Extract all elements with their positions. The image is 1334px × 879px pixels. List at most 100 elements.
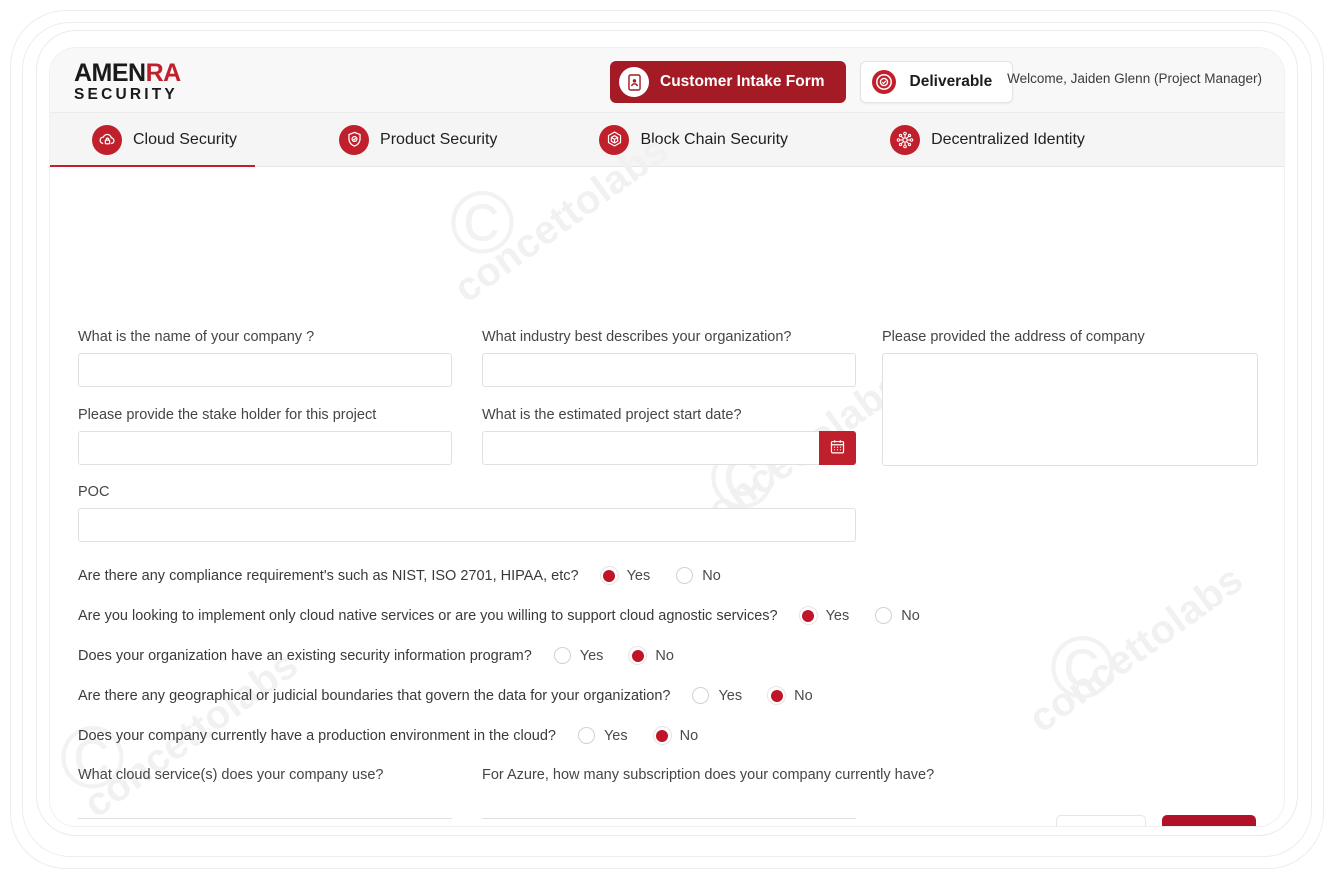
- watermark-symbol: ©: [450, 172, 515, 274]
- field-industry: What industry best describes your organi…: [482, 329, 856, 387]
- radio-option-no[interactable]: No: [654, 727, 699, 744]
- radio-no-label: No: [680, 728, 699, 744]
- field-company-address: Please provided the address of company: [882, 329, 1258, 471]
- radio-no-indicator: [654, 727, 671, 744]
- radio-no-label: No: [702, 568, 721, 584]
- question-row-cloud-native: Are you looking to implement only cloud …: [78, 607, 946, 624]
- radio-yes-label: Yes: [718, 688, 742, 704]
- field-azure-subscriptions: For Azure, how many subscription does yo…: [482, 767, 856, 819]
- document-user-icon: [619, 67, 649, 97]
- welcome-user-text: Welcome, Jaiden Glenn (Project Manager): [1007, 71, 1262, 86]
- date-input-group: [482, 431, 856, 465]
- submit-button[interactable]: Submit: [1162, 815, 1256, 826]
- poc-input[interactable]: [78, 508, 856, 542]
- app-header: AMENRA SECURITY Customer Intake Form: [50, 48, 1284, 113]
- tab-label-product-security: Product Security: [380, 131, 497, 149]
- label-stakeholder: Please provide the stake holder for this…: [78, 407, 452, 423]
- tab-label-cloud-security: Cloud Security: [133, 131, 237, 149]
- radio-option-no[interactable]: No: [629, 647, 674, 664]
- radio-no-label: No: [794, 688, 813, 704]
- form-action-buttons: Cancel Submit: [1056, 815, 1256, 826]
- header-button-group: Customer Intake Form Deliverable: [610, 61, 1013, 103]
- radio-yes-indicator: [800, 607, 817, 624]
- radio-option-yes[interactable]: Yes: [692, 687, 742, 704]
- logo-wordmark: AMENRA: [74, 60, 224, 86]
- tab-block-chain-security[interactable]: Block Chain Security: [599, 113, 818, 166]
- azure-subscriptions-input[interactable]: [482, 791, 856, 819]
- tab-product-security[interactable]: Product Security: [339, 113, 527, 166]
- company-name-input[interactable]: [78, 353, 452, 387]
- radio-no-indicator: [676, 567, 693, 584]
- question-text: Are you looking to implement only cloud …: [78, 608, 778, 624]
- watermark-symbol: ©: [1050, 617, 1115, 719]
- deliverable-button-label: Deliverable: [910, 73, 993, 91]
- tab-cloud-security[interactable]: Cloud Security: [92, 113, 267, 166]
- cube-hexagon-icon: [599, 125, 629, 155]
- logo-amen-text: AMEN: [74, 59, 146, 87]
- company-address-textarea[interactable]: [882, 353, 1258, 466]
- tab-decentralized-identity[interactable]: Decentralized Identity: [890, 113, 1115, 166]
- radio-yes-indicator: [692, 687, 709, 704]
- customer-intake-form-button[interactable]: Customer Intake Form: [610, 61, 846, 103]
- question-text: Does your company currently have a produ…: [78, 728, 556, 744]
- cloud-services-input[interactable]: [78, 791, 452, 819]
- radio-yes-label: Yes: [627, 568, 651, 584]
- tab-label-block-chain-security: Block Chain Security: [640, 131, 788, 149]
- radio-option-no[interactable]: No: [676, 567, 721, 584]
- radio-option-yes[interactable]: Yes: [578, 727, 628, 744]
- label-azure-subscriptions: For Azure, how many subscription does yo…: [482, 767, 856, 783]
- label-start-date: What is the estimated project start date…: [482, 407, 856, 423]
- deliverable-button[interactable]: Deliverable: [860, 61, 1014, 103]
- label-industry: What industry best describes your organi…: [482, 329, 856, 345]
- tab-label-decentralized-identity: Decentralized Identity: [931, 131, 1085, 149]
- question-row-compliance: Are there any compliance requirement's s…: [78, 567, 747, 584]
- start-date-input[interactable]: [482, 431, 856, 465]
- radio-option-no[interactable]: No: [875, 607, 920, 624]
- field-start-date: What is the estimated project start date…: [482, 407, 856, 465]
- label-cloud-services: What cloud service(s) does your company …: [78, 767, 452, 783]
- industry-input[interactable]: [482, 353, 856, 387]
- intake-form-body: © concettolabs © concettolabs © concetto…: [50, 167, 1284, 826]
- field-cloud-services: What cloud service(s) does your company …: [78, 767, 452, 819]
- field-poc: POC: [78, 484, 856, 542]
- radio-yes-indicator: [601, 567, 618, 584]
- stakeholder-input[interactable]: [78, 431, 452, 465]
- question-text: Are there any compliance requirement's s…: [78, 568, 579, 584]
- radio-option-no[interactable]: No: [768, 687, 813, 704]
- radio-yes-label: Yes: [604, 728, 628, 744]
- radio-no-label: No: [655, 648, 674, 664]
- calendar-icon: [829, 438, 846, 458]
- question-text: Does your organization have an existing …: [78, 648, 532, 664]
- cancel-button[interactable]: Cancel: [1056, 815, 1146, 826]
- radio-option-yes[interactable]: Yes: [601, 567, 651, 584]
- label-company-address: Please provided the address of company: [882, 329, 1258, 345]
- question-row-geographical-boundaries: Are there any geographical or judicial b…: [78, 687, 839, 704]
- radio-option-yes[interactable]: Yes: [800, 607, 850, 624]
- primary-tab-bar: Cloud Security Product Security Bloc: [50, 113, 1284, 167]
- radio-no-indicator: [768, 687, 785, 704]
- radio-no-indicator: [629, 647, 646, 664]
- network-nodes-icon: [890, 125, 920, 155]
- radio-yes-label: Yes: [580, 648, 604, 664]
- radio-no-label: No: [901, 608, 920, 624]
- label-company-name: What is the name of your company ?: [78, 329, 452, 345]
- question-row-security-program: Does your organization have an existing …: [78, 647, 700, 664]
- field-stakeholder: Please provide the stake holder for this…: [78, 407, 452, 465]
- label-poc: POC: [78, 484, 856, 500]
- intake-button-label: Customer Intake Form: [660, 73, 825, 91]
- badge-check-icon: [869, 67, 899, 97]
- calendar-picker-button[interactable]: [819, 431, 856, 465]
- application-window: AMENRA SECURITY Customer Intake Form: [50, 48, 1284, 826]
- logo-ra-text: RA: [146, 59, 181, 87]
- amenra-logo: AMENRA SECURITY: [74, 60, 224, 104]
- question-row-production-environment: Does your company currently have a produ…: [78, 727, 724, 744]
- radio-option-yes[interactable]: Yes: [554, 647, 604, 664]
- field-company-name: What is the name of your company ?: [78, 329, 452, 387]
- radio-yes-indicator: [578, 727, 595, 744]
- logo-security-text: SECURITY: [74, 86, 224, 104]
- radio-yes-label: Yes: [826, 608, 850, 624]
- watermark-text: concettolabs: [1021, 557, 1252, 742]
- shield-check-icon: [339, 125, 369, 155]
- radio-yes-indicator: [554, 647, 571, 664]
- cloud-lock-icon: [92, 125, 122, 155]
